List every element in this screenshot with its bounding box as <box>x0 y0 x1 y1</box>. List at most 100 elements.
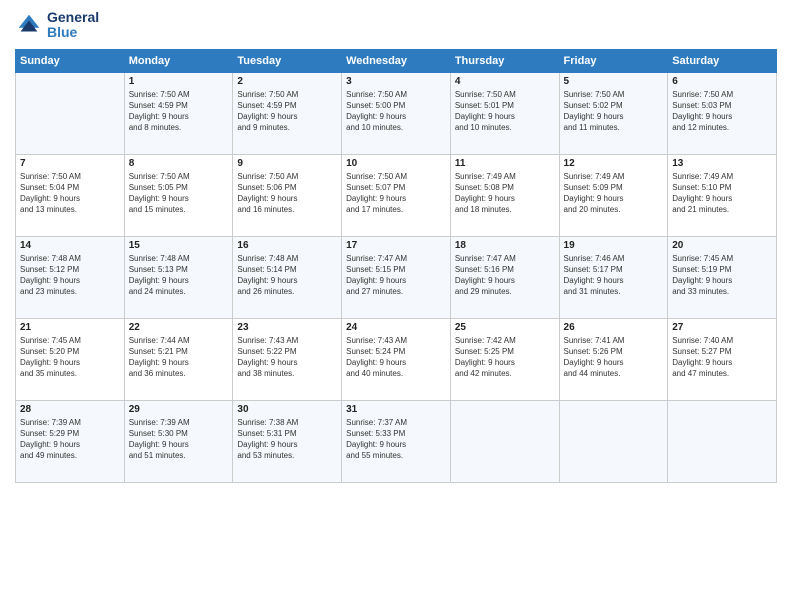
cell-info: Sunrise: 7:43 AM Sunset: 5:22 PM Dayligh… <box>237 335 337 380</box>
cell-info: Sunrise: 7:49 AM Sunset: 5:10 PM Dayligh… <box>672 171 772 216</box>
cell-4-4: 24Sunrise: 7:43 AM Sunset: 5:24 PM Dayli… <box>342 318 451 400</box>
day-number: 17 <box>346 240 446 251</box>
logo: General Blue <box>15 10 99 41</box>
cell-4-3: 23 Sunrise: 7:43 AM Sunset: 5:22 PM Dayli… <box>233 318 342 400</box>
header: General Blue <box>15 10 777 41</box>
cell-info: Sunrise: 7:50 AM Sunset: 5:03 PM Dayligh… <box>672 89 772 134</box>
cell-info: Sunrise: 7:42 AM Sunset: 5:25 PM Dayligh… <box>455 335 555 380</box>
logo-icon <box>15 11 43 39</box>
cell-2-4: 10 Sunrise: 7:50 AM Sunset: 5:07 PM Dayli… <box>342 154 451 236</box>
col-header-tuesday: Tuesday <box>233 49 342 72</box>
calendar-table: SundayMondayTuesdayWednesdayThursdayFrid… <box>15 49 777 483</box>
day-number: 11 <box>455 158 555 169</box>
day-number: 18 <box>455 240 555 251</box>
cell-info: Sunrise: 7:46 AM Sunset: 5:17 PM Dayligh… <box>564 253 664 298</box>
col-header-sunday: Sunday <box>16 49 125 72</box>
cell-4-2: 22 Sunrise: 7:44 AM Sunset: 5:21 PM Dayli… <box>124 318 233 400</box>
logo-text: General Blue <box>47 10 99 41</box>
week-row-2: 7 Sunrise: 7:50 AM Sunset: 5:04 PM Daylig… <box>16 154 777 236</box>
day-number: 31 <box>346 404 446 415</box>
cell-info: Sunrise: 7:50 AM Sunset: 5:07 PM Dayligh… <box>346 171 446 216</box>
day-number: 5 <box>564 76 664 87</box>
cell-2-3: 9Sunrise: 7:50 AM Sunset: 5:06 PM Daylig… <box>233 154 342 236</box>
cell-1-5: 4 Sunrise: 7:50 AM Sunset: 5:01 PM Daylig… <box>450 72 559 154</box>
day-number: 29 <box>129 404 229 415</box>
cell-info: Sunrise: 7:50 AM Sunset: 5:05 PM Dayligh… <box>129 171 229 216</box>
cell-info: Sunrise: 7:37 AM Sunset: 5:33 PM Dayligh… <box>346 417 446 462</box>
cell-3-4: 17 Sunrise: 7:47 AM Sunset: 5:15 PM Dayli… <box>342 236 451 318</box>
cell-info: Sunrise: 7:48 AM Sunset: 5:13 PM Dayligh… <box>129 253 229 298</box>
cell-info: Sunrise: 7:47 AM Sunset: 5:15 PM Dayligh… <box>346 253 446 298</box>
cell-info: Sunrise: 7:49 AM Sunset: 5:08 PM Dayligh… <box>455 171 555 216</box>
week-row-3: 14 Sunrise: 7:48 AM Sunset: 5:12 PM Dayli… <box>16 236 777 318</box>
cell-info: Sunrise: 7:45 AM Sunset: 5:19 PM Dayligh… <box>672 253 772 298</box>
cell-2-2: 8 Sunrise: 7:50 AM Sunset: 5:05 PM Daylig… <box>124 154 233 236</box>
cell-info: Sunrise: 7:40 AM Sunset: 5:27 PM Dayligh… <box>672 335 772 380</box>
day-number: 13 <box>672 158 772 169</box>
cell-info: Sunrise: 7:44 AM Sunset: 5:21 PM Dayligh… <box>129 335 229 380</box>
cell-5-6 <box>559 400 668 482</box>
cell-info: Sunrise: 7:48 AM Sunset: 5:14 PM Dayligh… <box>237 253 337 298</box>
cell-1-7: 6Sunrise: 7:50 AM Sunset: 5:03 PM Daylig… <box>668 72 777 154</box>
cell-3-1: 14 Sunrise: 7:48 AM Sunset: 5:12 PM Dayli… <box>16 236 125 318</box>
cell-info: Sunrise: 7:50 AM Sunset: 5:04 PM Dayligh… <box>20 171 120 216</box>
day-number: 19 <box>564 240 664 251</box>
col-header-monday: Monday <box>124 49 233 72</box>
cell-1-3: 2Sunrise: 7:50 AM Sunset: 4:59 PM Daylig… <box>233 72 342 154</box>
cell-2-7: 13 Sunrise: 7:49 AM Sunset: 5:10 PM Dayli… <box>668 154 777 236</box>
week-row-1: 1Sunrise: 7:50 AM Sunset: 4:59 PM Daylig… <box>16 72 777 154</box>
cell-4-7: 27Sunrise: 7:40 AM Sunset: 5:27 PM Dayli… <box>668 318 777 400</box>
cell-4-5: 25Sunrise: 7:42 AM Sunset: 5:25 PM Dayli… <box>450 318 559 400</box>
day-number: 14 <box>20 240 120 251</box>
cell-info: Sunrise: 7:50 AM Sunset: 5:06 PM Dayligh… <box>237 171 337 216</box>
col-header-saturday: Saturday <box>668 49 777 72</box>
cell-info: Sunrise: 7:50 AM Sunset: 5:02 PM Dayligh… <box>564 89 664 134</box>
week-row-4: 21 Sunrise: 7:45 AM Sunset: 5:20 PM Dayli… <box>16 318 777 400</box>
cell-5-5 <box>450 400 559 482</box>
cell-1-1 <box>16 72 125 154</box>
day-number: 15 <box>129 240 229 251</box>
day-number: 4 <box>455 76 555 87</box>
day-number: 3 <box>346 76 446 87</box>
day-number: 21 <box>20 322 120 333</box>
col-header-friday: Friday <box>559 49 668 72</box>
cell-5-2: 29Sunrise: 7:39 AM Sunset: 5:30 PM Dayli… <box>124 400 233 482</box>
cell-info: Sunrise: 7:48 AM Sunset: 5:12 PM Dayligh… <box>20 253 120 298</box>
day-number: 23 <box>237 322 337 333</box>
cell-info: Sunrise: 7:43 AM Sunset: 5:24 PM Dayligh… <box>346 335 446 380</box>
page: General Blue SundayMondayTuesdayWednesda… <box>0 0 792 612</box>
cell-info: Sunrise: 7:49 AM Sunset: 5:09 PM Dayligh… <box>564 171 664 216</box>
cell-2-5: 11 Sunrise: 7:49 AM Sunset: 5:08 PM Dayli… <box>450 154 559 236</box>
col-header-wednesday: Wednesday <box>342 49 451 72</box>
cell-info: Sunrise: 7:50 AM Sunset: 5:00 PM Dayligh… <box>346 89 446 134</box>
cell-info: Sunrise: 7:38 AM Sunset: 5:31 PM Dayligh… <box>237 417 337 462</box>
cell-info: Sunrise: 7:45 AM Sunset: 5:20 PM Dayligh… <box>20 335 120 380</box>
cell-5-7 <box>668 400 777 482</box>
cell-info: Sunrise: 7:41 AM Sunset: 5:26 PM Dayligh… <box>564 335 664 380</box>
cell-4-6: 26 Sunrise: 7:41 AM Sunset: 5:26 PM Dayli… <box>559 318 668 400</box>
day-number: 2 <box>237 76 337 87</box>
cell-2-6: 12Sunrise: 7:49 AM Sunset: 5:09 PM Dayli… <box>559 154 668 236</box>
cell-5-3: 30 Sunrise: 7:38 AM Sunset: 5:31 PM Dayli… <box>233 400 342 482</box>
day-number: 1 <box>129 76 229 87</box>
day-number: 20 <box>672 240 772 251</box>
day-number: 26 <box>564 322 664 333</box>
week-row-5: 28Sunrise: 7:39 AM Sunset: 5:29 PM Dayli… <box>16 400 777 482</box>
day-number: 8 <box>129 158 229 169</box>
day-number: 28 <box>20 404 120 415</box>
day-number: 7 <box>20 158 120 169</box>
cell-2-1: 7 Sunrise: 7:50 AM Sunset: 5:04 PM Daylig… <box>16 154 125 236</box>
cell-info: Sunrise: 7:47 AM Sunset: 5:16 PM Dayligh… <box>455 253 555 298</box>
cell-3-3: 16 Sunrise: 7:48 AM Sunset: 5:14 PM Dayli… <box>233 236 342 318</box>
day-number: 16 <box>237 240 337 251</box>
col-header-thursday: Thursday <box>450 49 559 72</box>
day-number: 22 <box>129 322 229 333</box>
cell-3-2: 15 Sunrise: 7:48 AM Sunset: 5:13 PM Dayli… <box>124 236 233 318</box>
header-row: SundayMondayTuesdayWednesdayThursdayFrid… <box>16 49 777 72</box>
cell-1-4: 3 Sunrise: 7:50 AM Sunset: 5:00 PM Daylig… <box>342 72 451 154</box>
cell-info: Sunrise: 7:50 AM Sunset: 5:01 PM Dayligh… <box>455 89 555 134</box>
day-number: 10 <box>346 158 446 169</box>
day-number: 30 <box>237 404 337 415</box>
cell-4-1: 21 Sunrise: 7:45 AM Sunset: 5:20 PM Dayli… <box>16 318 125 400</box>
cell-3-7: 20 Sunrise: 7:45 AM Sunset: 5:19 PM Dayli… <box>668 236 777 318</box>
